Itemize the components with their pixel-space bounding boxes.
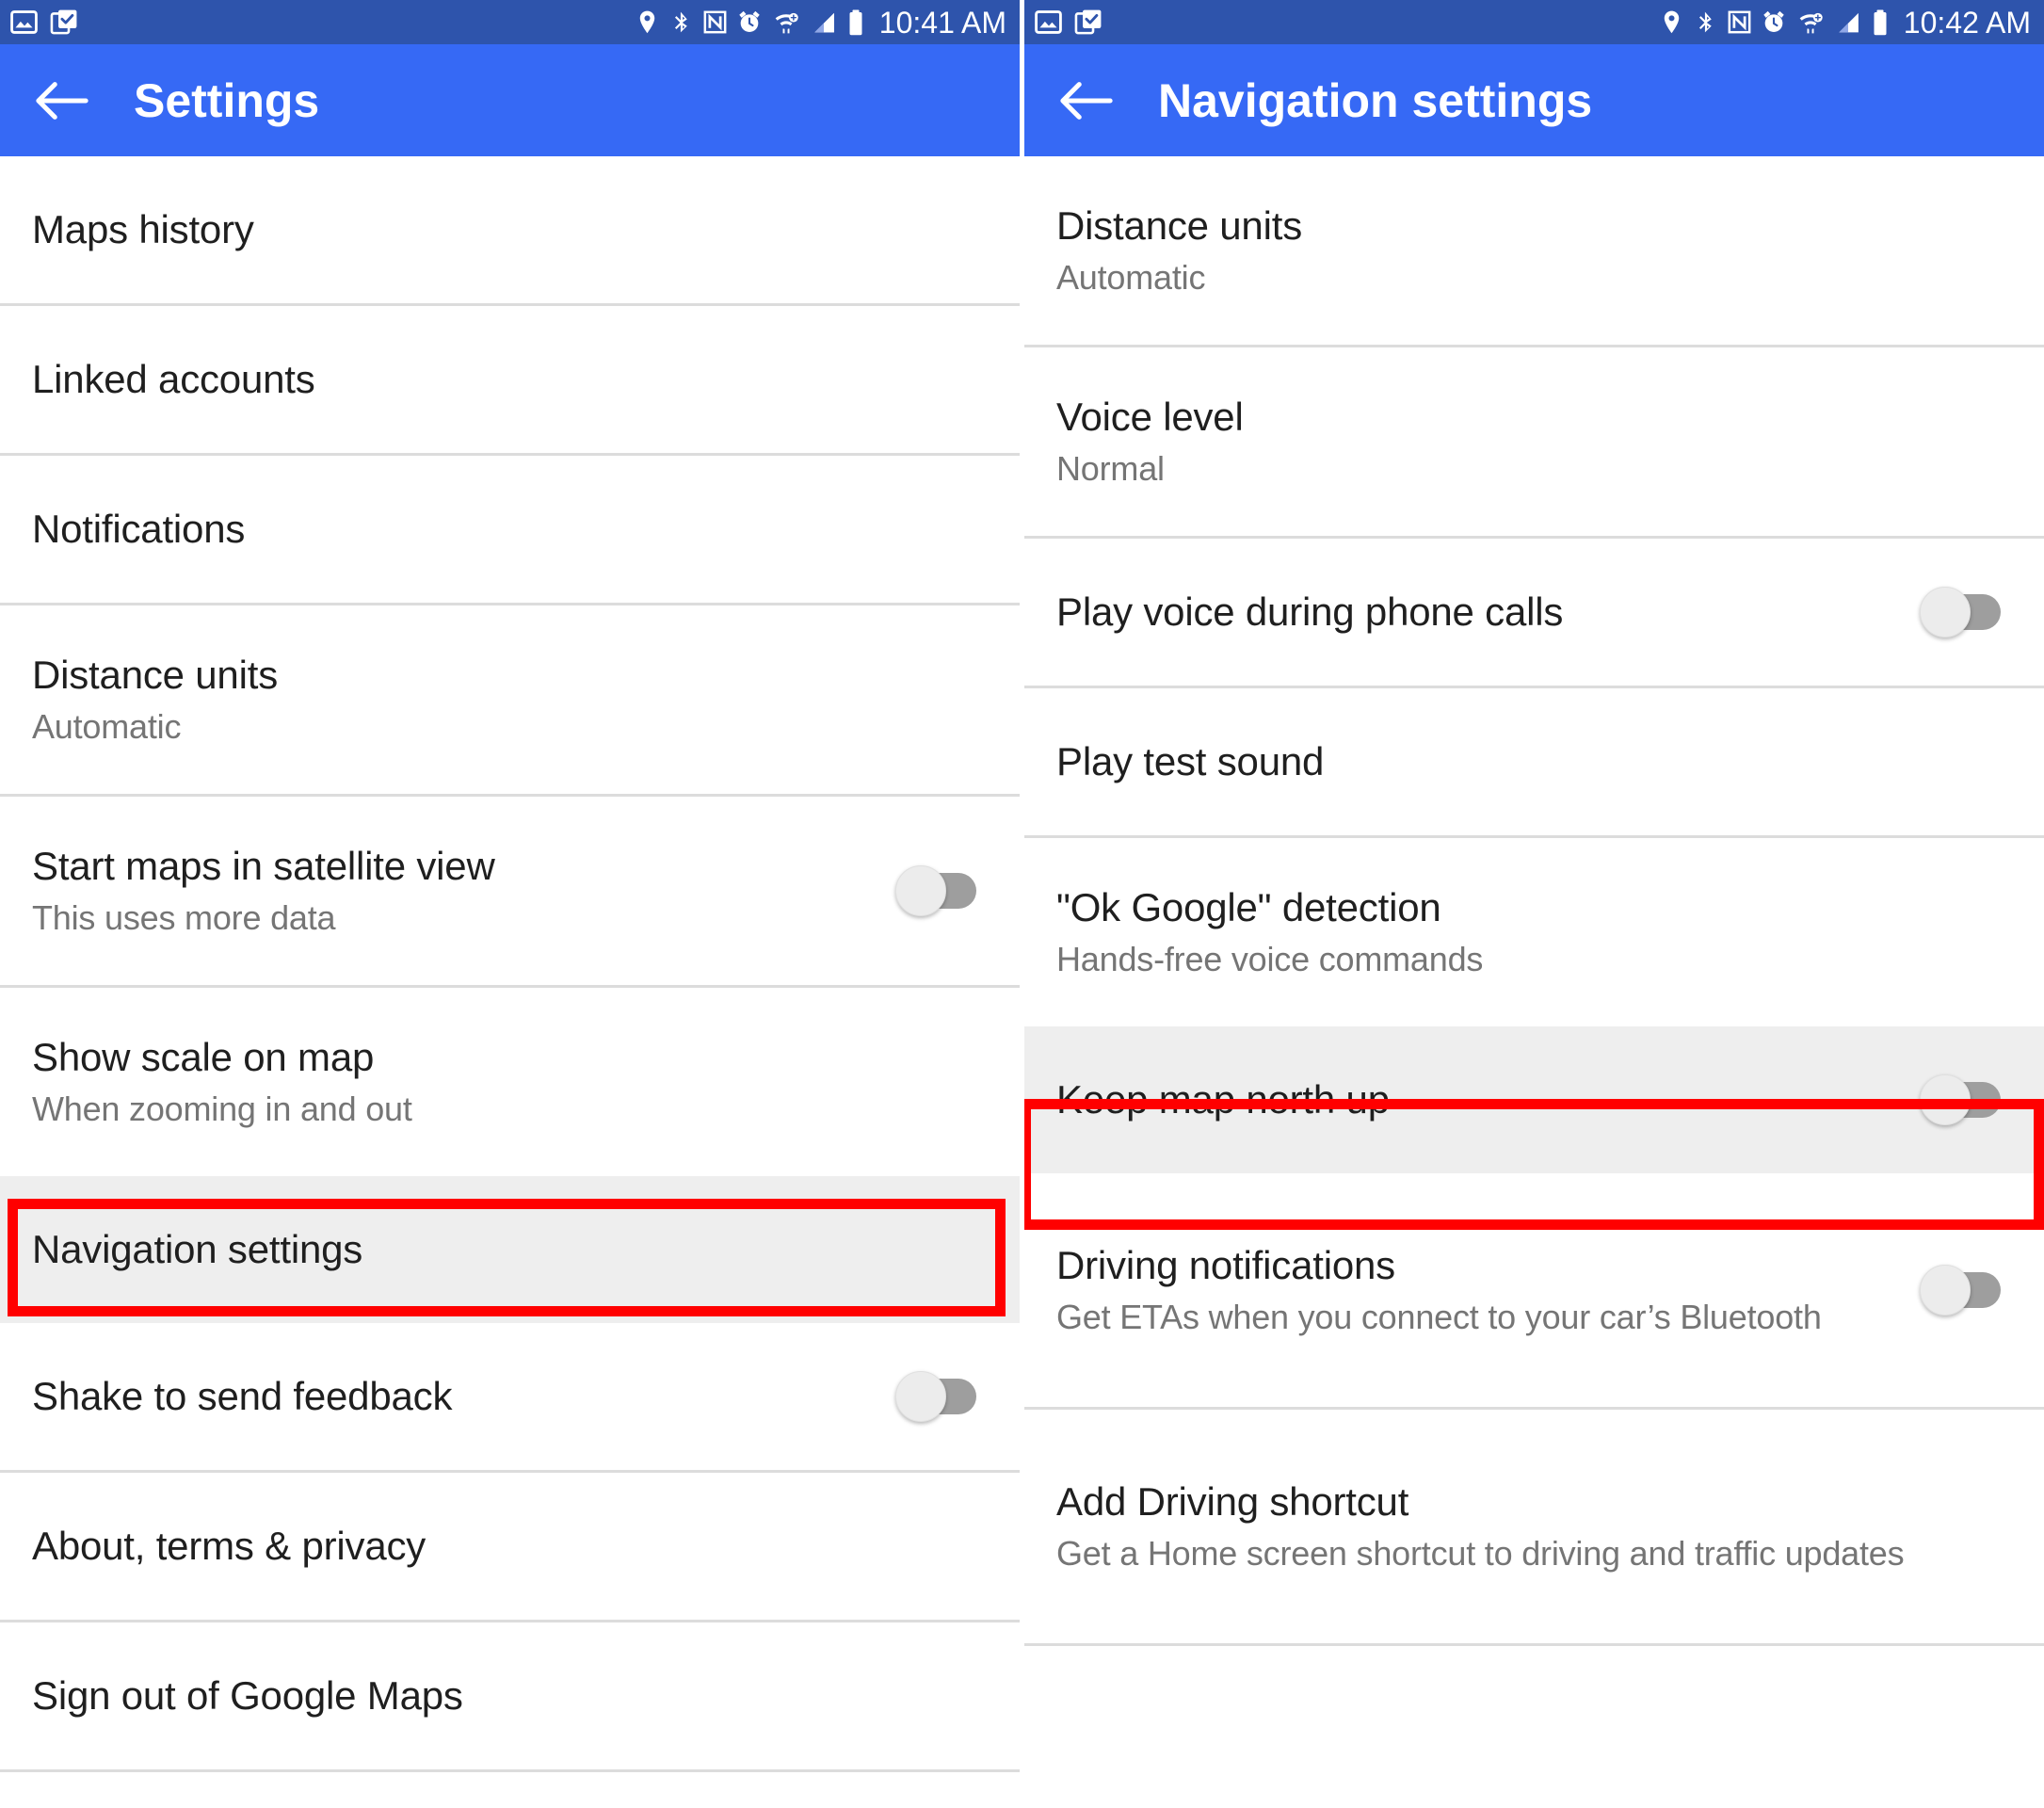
list-item-linked-accounts[interactable]: Linked accounts [0,306,1020,453]
list-item-title: Distance units [32,652,278,697]
dual-screenshot-container: 10:41 AM Settings Maps history Linked ac… [0,0,2044,1808]
list-item-subtitle: Automatic [1056,257,1206,297]
toggle-thumb [1920,587,1971,638]
toggle-thumb [895,865,946,916]
satellite-view-toggle[interactable] [895,865,976,916]
list-item-title: Keep map north up [1056,1077,1390,1122]
list-item-title: Notifications [32,507,246,552]
wifi-icon [1795,8,1826,36]
nfc-icon [1727,8,1752,36]
list-item-add-driving-shortcut[interactable]: Add Driving shortcut Get a Home screen s… [1024,1410,2044,1643]
list-item-subtitle: This uses more data [32,897,336,937]
list-item-start-maps-satellite[interactable]: Start maps in satellite view This uses m… [0,797,1020,985]
bluetooth-icon [1694,8,1718,36]
divider [0,1769,1020,1772]
list-item-ok-google-detection[interactable]: "Ok Google" detection Hands-free voice c… [1024,838,2044,1026]
keep-map-north-up-toggle[interactable] [1920,1074,2001,1125]
right-page-title: Navigation settings [1158,73,1593,127]
clipboard-icon [1074,8,1103,37]
list-item-title: Driving notifications [1056,1242,1395,1287]
list-item-maps-history[interactable]: Maps history [0,156,1020,303]
alarm-icon [736,8,763,36]
list-item-title: About, terms & privacy [32,1524,427,1569]
navigation-settings-list: Distance units Automatic Voice level Nor… [1024,156,2044,1646]
back-arrow-icon[interactable] [28,67,96,135]
list-item-subtitle: Get a Home screen shortcut to driving an… [1056,1533,1905,1573]
list-item-subtitle: When zooming in and out [32,1089,412,1128]
nfc-icon [702,8,728,36]
list-item-title: Sign out of Google Maps [32,1673,463,1719]
left-status-system-icons: 10:41 AM [634,8,1006,38]
left-app-bar: Settings [0,44,1020,156]
right-phone-screen: 10:42 AM Navigation settings Distance un… [1024,0,2044,1808]
list-item-about-terms-privacy[interactable]: About, terms & privacy [0,1473,1020,1620]
list-item-subtitle: Normal [1056,448,1165,488]
toggle-thumb [1920,1074,1971,1125]
screenshot-icon [9,8,39,37]
list-item-title: Maps history [32,207,254,252]
right-status-bar: 10:42 AM [1024,0,2044,44]
left-status-time: 10:41 AM [878,5,1006,40]
location-icon [634,8,661,36]
driving-notifications-toggle[interactable] [1920,1265,2001,1316]
list-item-keep-map-north-up[interactable]: Keep map north up [1024,1026,2044,1173]
battery-icon [846,8,865,37]
list-item-title: Play voice during phone calls [1056,589,1564,635]
location-icon [1658,8,1685,36]
cell-signal-icon [1834,8,1862,36]
battery-icon [1871,8,1890,37]
list-item-driving-notifications[interactable]: Driving notifications Get ETAs when you … [1024,1173,2044,1407]
list-item-title: "Ok Google" detection [1056,884,1441,929]
right-app-bar: Navigation settings [1024,44,2044,156]
list-item-subtitle: Automatic [32,706,182,746]
divider [1024,1643,2044,1646]
list-item-title: Distance units [1056,202,1302,248]
list-item-subtitle: Hands-free voice commands [1056,939,1484,978]
wifi-icon [771,8,801,36]
list-item-title: Start maps in satellite view [32,843,495,888]
list-item-subtitle: Get ETAs when you connect to your car’s … [1056,1297,1822,1336]
list-item-distance-units[interactable]: Distance units Automatic [1024,156,2044,345]
list-item-title: Linked accounts [32,357,315,402]
right-status-system-icons: 10:42 AM [1658,8,2031,38]
shake-feedback-toggle[interactable] [895,1371,976,1422]
settings-list: Maps history Linked accounts Notificatio… [0,156,1020,1772]
clipboard-icon [50,8,79,37]
list-item-show-scale[interactable]: Show scale on map When zooming in and ou… [0,988,1020,1176]
left-phone-screen: 10:41 AM Settings Maps history Linked ac… [0,0,1020,1808]
right-status-notification-icons [1034,8,1103,37]
list-item-title: Play test sound [1056,739,1325,784]
list-item-title: Shake to send feedback [32,1374,453,1419]
list-item-shake-to-send-feedback[interactable]: Shake to send feedback [0,1323,1020,1470]
list-item-play-test-sound[interactable]: Play test sound [1024,688,2044,835]
list-item-title: Show scale on map [32,1034,375,1079]
right-status-time: 10:42 AM [1903,5,2031,40]
list-item-title: Voice level [1056,394,1244,439]
cell-signal-icon [810,8,838,36]
list-item-notifications[interactable]: Notifications [0,456,1020,603]
left-page-title: Settings [134,73,320,127]
toggle-thumb [1920,1265,1971,1316]
bluetooth-icon [669,8,694,36]
screenshot-icon [1034,8,1063,37]
list-item-voice-level[interactable]: Voice level Normal [1024,347,2044,536]
list-item-sign-out[interactable]: Sign out of Google Maps [0,1622,1020,1769]
toggle-thumb [895,1371,946,1422]
list-item-navigation-settings[interactable]: Navigation settings [0,1176,1020,1323]
play-voice-during-calls-toggle[interactable] [1920,587,2001,638]
list-item-play-voice-during-phone-calls[interactable]: Play voice during phone calls [1024,539,2044,686]
list-item-title: Add Driving shortcut [1056,1478,1409,1524]
list-item-distance-units[interactable]: Distance units Automatic [0,605,1020,794]
alarm-icon [1761,8,1787,36]
list-item-title: Navigation settings [32,1227,363,1272]
back-arrow-icon[interactable] [1053,67,1120,135]
left-status-notification-icons [9,8,79,37]
left-status-bar: 10:41 AM [0,0,1020,44]
